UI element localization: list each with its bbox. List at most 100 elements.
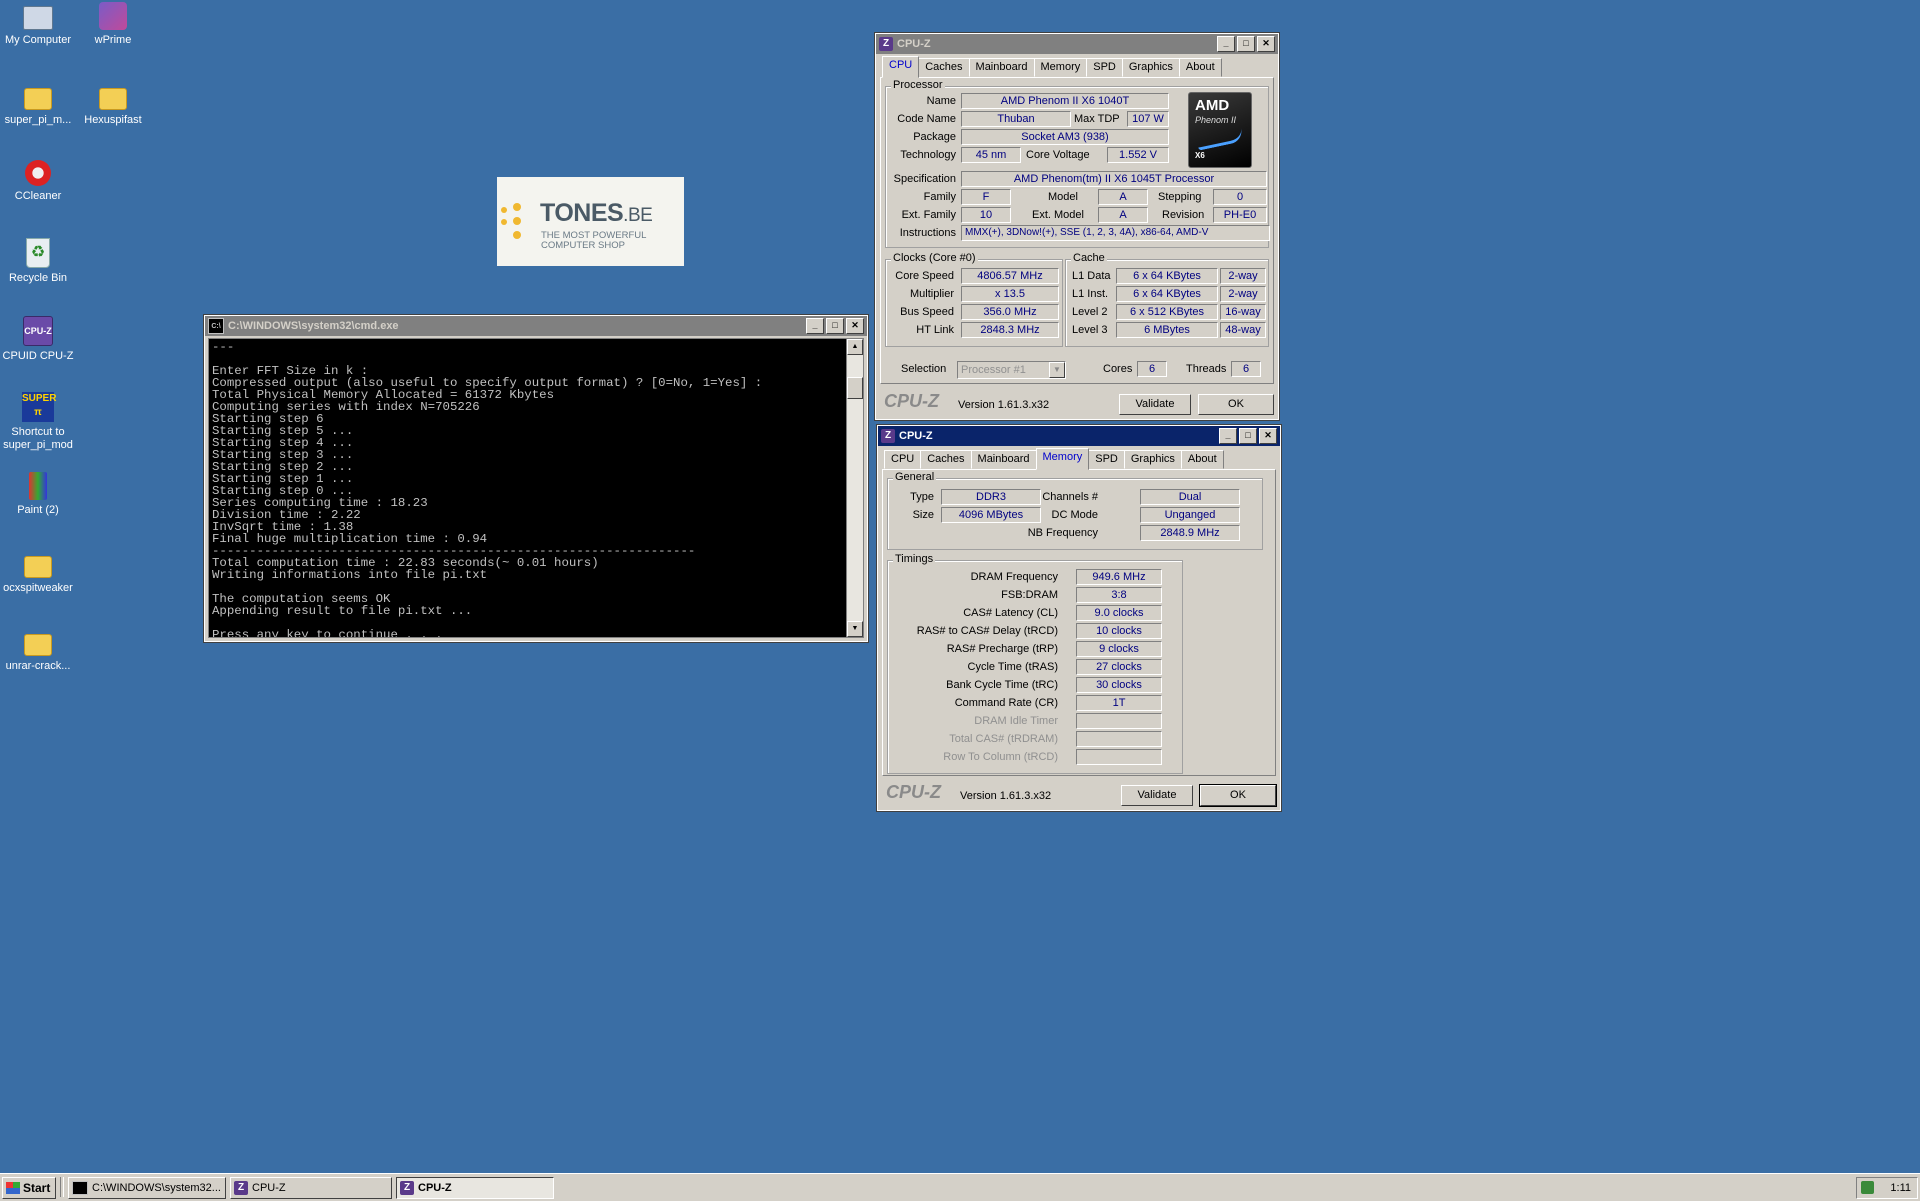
tab-cpu[interactable]: CPU (884, 450, 922, 469)
ok-button[interactable]: OK (1198, 394, 1274, 415)
label-core-speed: Core Speed (895, 270, 954, 282)
close-button[interactable]: ✕ (1259, 428, 1277, 444)
group-title: Cache (1071, 252, 1107, 264)
folder-icon (24, 556, 52, 578)
tab-graphics[interactable]: Graphics (1123, 450, 1182, 469)
value-dram-idle-timer (1076, 713, 1162, 729)
desktop-icon-hexuspifast[interactable]: Hexuspifast (75, 82, 151, 126)
label-ht-link: HT Link (916, 324, 954, 336)
tab-mainboard[interactable]: Mainboard (968, 58, 1035, 77)
value-revision: PH-E0 (1213, 207, 1267, 223)
desktop-icon-ocxspitweaker[interactable]: ocxspitweaker (0, 550, 76, 594)
processor-group: Processor Name AMD Phenom II X6 1040T Co… (885, 79, 1270, 248)
tab-memory[interactable]: Memory (1033, 58, 1088, 77)
value-specification: AMD Phenom(tm) II X6 1045T Processor (961, 171, 1267, 187)
taskbar-item-cmd[interactable]: C:\WINDOWS\system32... (68, 1177, 226, 1199)
ok-button[interactable]: OK (1199, 784, 1277, 807)
value-level-2-size: 6 x 512 KBytes (1116, 304, 1218, 320)
desktop-icon-cpuz[interactable]: CPU-Z CPUID CPU-Z (0, 316, 76, 362)
desktop-icon-paint[interactable]: Paint (2) (0, 472, 76, 516)
desktop-icon-label: unrar-crack... (5, 660, 71, 672)
cpuz-memory-titlebar[interactable]: Z CPU-Z _ □ ✕ (878, 426, 1280, 446)
phenom-logo-text: Phenom II (1195, 115, 1237, 125)
label-max-tdp: Max TDP (1074, 113, 1120, 125)
maximize-button[interactable]: □ (1237, 36, 1255, 52)
tab-caches[interactable]: Caches (920, 450, 972, 469)
value-fsb-dram: 3:8 (1076, 587, 1162, 603)
cpuz-cpu-window[interactable]: Z CPU-Z _ □ ✕ CPU Caches Mainboard Memor… (874, 32, 1280, 421)
tab-caches[interactable]: Caches (918, 58, 970, 77)
value-instructions: MMX(+), 3DNow!(+), SSE (1, 2, 3, 4A), x8… (961, 225, 1270, 241)
network-icon[interactable] (1861, 1181, 1874, 1194)
value-technology: 45 nm (961, 147, 1021, 163)
group-title: General (893, 471, 937, 483)
cmd-title: C:\WINDOWS\system32\cmd.exe (228, 320, 399, 332)
cpuz-memory-window[interactable]: Z CPU-Z _ □ ✕ CPU Caches Mainboard Memor… (876, 424, 1282, 812)
label-package: Package (913, 131, 956, 143)
clock[interactable]: 1:11 (1890, 1178, 1911, 1198)
label-tras: Cycle Time (tRAS) (967, 661, 1058, 673)
validate-button[interactable]: Validate (1119, 394, 1191, 415)
tab-cpu[interactable]: CPU (882, 56, 920, 78)
x6-badge: X6 (1195, 151, 1205, 160)
desktop-icon-ccleaner[interactable]: CCleaner (0, 160, 76, 202)
scroll-down-button[interactable]: ▼ (847, 621, 863, 637)
desktop-icon-recycle-bin[interactable]: ♻ Recycle Bin (0, 238, 76, 284)
minimize-button[interactable]: _ (1219, 428, 1237, 444)
value-level-2-way: 16-way (1220, 304, 1266, 320)
desktop-icon-superpi-shortcut[interactable]: SUPER π Shortcut to super_pi_mod (0, 392, 76, 452)
taskbar-item-cpuz-1[interactable]: Z CPU-Z (230, 1177, 392, 1199)
paint-icon (29, 472, 47, 500)
swoosh-icon (1196, 128, 1244, 151)
start-button[interactable]: Start (2, 1177, 56, 1199)
label-channels: Channels # (1042, 491, 1098, 503)
tab-mainboard[interactable]: Mainboard (970, 450, 1037, 469)
tab-spd[interactable]: SPD (1086, 58, 1123, 77)
cmd-output[interactable]: --- Enter FFT Size in k : Compressed out… (208, 338, 847, 638)
close-button[interactable]: ✕ (846, 318, 864, 334)
close-button[interactable]: ✕ (1257, 36, 1275, 52)
minimize-button[interactable]: _ (806, 318, 824, 334)
group-title: Clocks (Core #0) (891, 252, 978, 264)
tab-graphics[interactable]: Graphics (1121, 58, 1180, 77)
folder-icon (24, 634, 52, 656)
taskbar-item-cpuz-2[interactable]: Z CPU-Z (396, 1177, 554, 1199)
maximize-button[interactable]: □ (1239, 428, 1257, 444)
cpuz-cpu-titlebar[interactable]: Z CPU-Z _ □ ✕ (876, 34, 1278, 54)
value-trp: 9 clocks (1076, 641, 1162, 657)
scroll-thumb[interactable] (847, 377, 863, 399)
cmd-titlebar[interactable]: C:\ C:\WINDOWS\system32\cmd.exe _ □ ✕ (205, 316, 867, 336)
label-instructions: Instructions (899, 227, 956, 239)
desktop-icon-my-computer[interactable]: My Computer (0, 2, 76, 46)
processor-select[interactable]: Processor #1 ▼ (957, 361, 1066, 379)
cpuz-cpu-tabs: CPU Caches Mainboard Memory SPD Graphics… (882, 56, 1222, 78)
label-level-2: Level 2 (1072, 306, 1108, 318)
tab-about[interactable]: About (1180, 450, 1224, 469)
value-trcd: 10 clocks (1076, 623, 1162, 639)
cmd-window[interactable]: C:\ C:\WINDOWS\system32\cmd.exe _ □ ✕ --… (203, 314, 869, 643)
chevron-down-icon[interactable]: ▼ (1049, 362, 1065, 378)
label-trcd: RAS# to CAS# Delay (tRCD) (916, 625, 1058, 637)
start-label: Start (23, 1181, 51, 1195)
value-code-name: Thuban (961, 111, 1071, 127)
maximize-button[interactable]: □ (826, 318, 844, 334)
label-nb-frequency: NB Frequency (1027, 527, 1098, 539)
tab-spd[interactable]: SPD (1088, 450, 1125, 469)
minimize-button[interactable]: _ (1217, 36, 1235, 52)
tab-about[interactable]: About (1178, 58, 1222, 77)
memory-tab-panel: General Type DDR3 Size 4096 MBytes Chann… (882, 469, 1276, 776)
validate-button[interactable]: Validate (1121, 785, 1193, 806)
value-model: A (1098, 189, 1148, 205)
tab-memory[interactable]: Memory (1035, 448, 1090, 470)
cmd-icon (72, 1181, 88, 1195)
value-bus-speed: 356.0 MHz (961, 304, 1059, 320)
value-core-voltage: 1.552 V (1107, 147, 1169, 163)
value-tras: 27 clocks (1076, 659, 1162, 675)
cmd-scrollbar[interactable]: ▲ ▼ (846, 338, 864, 638)
label-l1-inst: L1 Inst. (1072, 288, 1109, 300)
amd-logo-text: AMD (1195, 97, 1230, 114)
desktop-icon-super-pi-folder[interactable]: super_pi_m... (0, 82, 76, 126)
desktop-icon-wprime[interactable]: wPrime (75, 2, 151, 46)
desktop-icon-unrar-crack[interactable]: unrar-crack... (0, 628, 76, 672)
scroll-up-button[interactable]: ▲ (847, 339, 863, 355)
